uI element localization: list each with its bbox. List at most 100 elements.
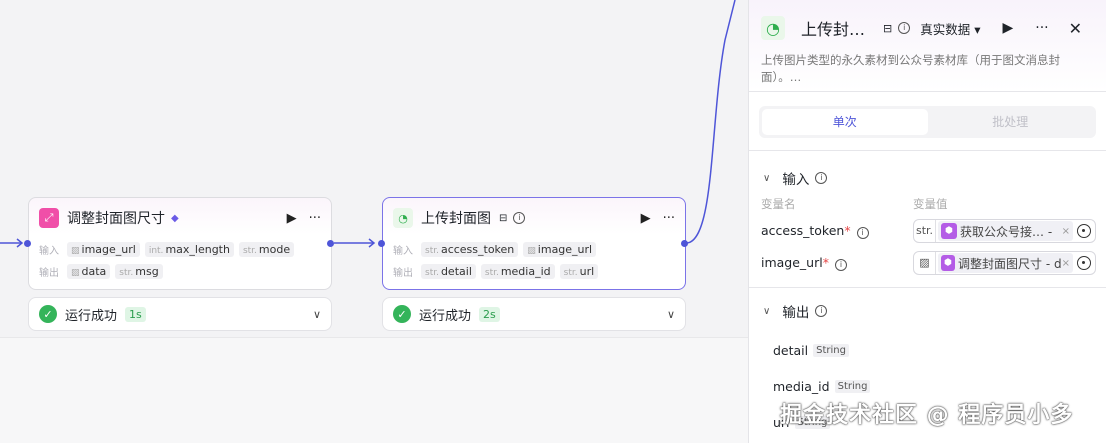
tab-batch[interactable]: 批处理 (928, 109, 1094, 135)
output-label: 输出 (393, 267, 413, 279)
run-icon[interactable]: ▶ (641, 211, 651, 226)
duration-badge: 1s (125, 306, 146, 322)
status-text: 运行成功 (419, 308, 472, 324)
param-name: data (81, 264, 107, 278)
param-name: url (579, 264, 595, 278)
premium-icon: ◆ (171, 212, 179, 224)
info-icon: i (815, 305, 828, 317)
data-mode-dropdown[interactable]: 真实数据 ▾ (920, 19, 980, 38)
col-name-header: 变量名 (761, 197, 796, 211)
panel-description: 上传图片类型的永久素材到公众号素材库（用于图文消息封面）。… (761, 53, 1060, 84)
info-icon: i (856, 227, 869, 239)
input-variable-row: image_url* i ▨ ⬢ 调整封面图尺寸 - d × (749, 247, 1106, 279)
workflow-canvas[interactable]: ⤢ 调整封面图尺寸 ◆ ▶ ··· 输入 ▨ image_url int. max_len… (0, 0, 748, 443)
param-name: media_id (500, 264, 551, 278)
variable-name: media_id (773, 378, 830, 394)
param-tag: str. msg (115, 263, 163, 279)
variable-value-field[interactable]: str. ⬢ 获取公众号接… - × (913, 219, 1096, 243)
database-icon[interactable]: ⊟ (883, 22, 892, 35)
param-name: detail (440, 264, 472, 278)
check-icon: ✓ (39, 305, 57, 323)
reference-text: 获取公众号接… - (960, 224, 1053, 239)
type-label: str. (563, 267, 578, 278)
image-icon: ▨ (914, 252, 936, 274)
type-label: str. (119, 267, 134, 278)
run-status-bar[interactable]: ✓ 运行成功 1s ∨ (28, 297, 332, 331)
database-icon: ⊟ (499, 212, 508, 224)
reference-chip[interactable]: ⬢ 获取公众号接… - × (938, 221, 1073, 241)
param-tag: ▨ image_url (523, 241, 597, 257)
reference-chip[interactable]: ⬢ 调整封面图尺寸 - d × (938, 253, 1073, 273)
type-label: str. (914, 220, 936, 242)
info-icon: i (815, 172, 828, 184)
input-port[interactable] (24, 240, 31, 247)
status-text: 运行成功 (65, 308, 118, 324)
plugin-logo-icon: ◔ (393, 208, 413, 228)
param-name: access_token (440, 242, 515, 256)
chevron-down-icon: ∨ (763, 172, 771, 184)
image-icon: ▨ (527, 245, 536, 256)
duration-badge: 2s (479, 306, 500, 322)
check-icon: ✓ (393, 305, 411, 323)
node-title: 上传封面图 (421, 211, 491, 227)
type-label: str. (484, 267, 499, 278)
type-label: str. (242, 245, 257, 256)
chevron-down-icon[interactable]: ∨ (667, 308, 675, 321)
remove-icon[interactable]: × (1062, 258, 1070, 269)
more-icon[interactable]: ··· (1035, 20, 1048, 36)
plugin-logo-icon: ◔ (761, 16, 785, 40)
type-badge: String (813, 343, 849, 357)
param-tag: str. detail (421, 263, 476, 279)
cube-icon: ⬢ (941, 255, 956, 271)
run-status-bar[interactable]: ✓ 运行成功 2s ∨ (382, 297, 686, 331)
chevron-down-icon: ∨ (763, 305, 771, 317)
panel-title: 上传封… (801, 20, 866, 39)
type-label: str. (425, 245, 439, 256)
type-label: str. (425, 267, 439, 278)
reference-text: 调整封面图尺寸 - d (958, 256, 1062, 271)
variable-name: detail (773, 342, 809, 358)
input-port[interactable] (378, 240, 385, 247)
run-icon[interactable]: ▶ (1002, 20, 1013, 36)
close-icon[interactable]: ✕ (1069, 19, 1082, 38)
info-icon: i (834, 259, 847, 271)
variable-name: access_token (761, 223, 845, 238)
param-tag: str. mode (238, 241, 295, 257)
param-name: mode (258, 242, 291, 256)
param-name: max_length (165, 242, 230, 256)
input-label: 输入 (39, 245, 59, 257)
variable-value-field[interactable]: ▨ ⬢ 调整封面图尺寸 - d × (913, 251, 1096, 275)
more-icon[interactable]: ··· (309, 211, 321, 226)
section-title: 输入 (782, 172, 810, 188)
output-port[interactable] (327, 240, 334, 247)
chevron-down-icon[interactable]: ∨ (313, 308, 321, 321)
tab-single[interactable]: 单次 (762, 109, 928, 135)
image-icon: ▨ (71, 267, 80, 278)
output-section-header[interactable]: ∨ 输出 i (749, 296, 1106, 326)
input-label: 输入 (393, 245, 413, 257)
remove-icon[interactable]: × (1062, 226, 1070, 237)
run-icon[interactable]: ▶ (287, 211, 297, 226)
input-variable-row: access_token* i str. ⬢ 获取公众号接… - × (749, 215, 1106, 247)
more-icon[interactable]: ··· (663, 211, 675, 226)
variable-name: image_url (761, 255, 823, 270)
param-tag: str. access_token (421, 241, 519, 257)
workflow-node[interactable]: ◔ 上传封面图 ⊟ i ▶ ··· 输入 str. access_token ▨ image… (382, 197, 686, 290)
param-tag: ▨ image_url (67, 241, 140, 257)
info-icon[interactable]: i (898, 22, 911, 34)
type-label: int. (148, 245, 164, 256)
node-detail-panel: ◔ 上传封… ⊟ i 真实数据 ▾ ▶ ··· ✕ 上传图片类型的永久素材到公众… (748, 0, 1106, 443)
input-section-header[interactable]: ∨ 输入 i (749, 163, 1106, 193)
edge-2-out (686, 0, 736, 244)
target-icon[interactable] (1077, 224, 1091, 238)
image-icon: ▨ (71, 245, 80, 256)
target-icon[interactable] (1077, 256, 1091, 270)
workflow-node[interactable]: ⤢ 调整封面图尺寸 ◆ ▶ ··· 输入 ▨ image_url int. max_len… (28, 197, 332, 290)
param-tag: int. max_length (144, 241, 234, 257)
info-icon: i (513, 212, 526, 224)
type-badge: String (834, 379, 871, 393)
output-label: 输出 (39, 267, 59, 279)
resize-icon: ⤢ (39, 208, 59, 228)
output-port[interactable] (681, 240, 688, 247)
param-tag: str. url (559, 263, 599, 279)
